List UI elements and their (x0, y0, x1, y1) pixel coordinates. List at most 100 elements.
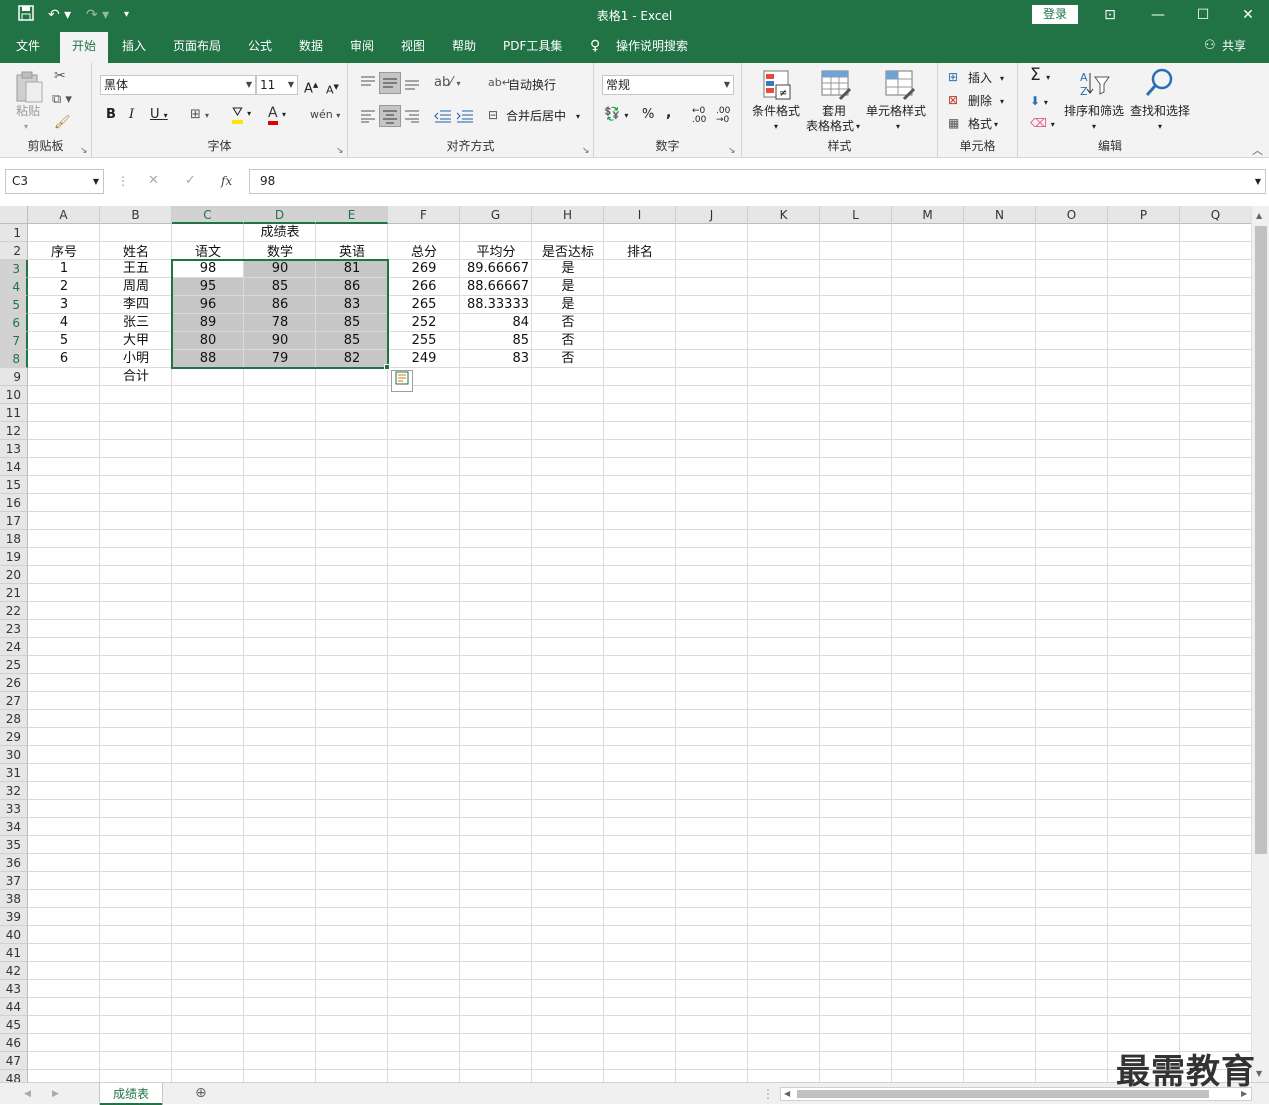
sort-filter-button[interactable]: 排序和筛选 (1064, 103, 1124, 119)
clear-icon[interactable]: ⌫ ▾ (1030, 115, 1055, 133)
tab-splitter-icon[interactable]: ⋮ (762, 1086, 774, 1102)
format-painter-icon[interactable]: 🖌 (54, 115, 71, 131)
row-header[interactable]: 33 (0, 800, 28, 818)
row-header[interactable]: 29 (0, 728, 28, 746)
row-header[interactable]: 45 (0, 1016, 28, 1034)
sheet-tab[interactable]: 成绩表 (100, 1083, 162, 1105)
column-header-o[interactable]: O (1036, 206, 1108, 224)
table-cell[interactable]: 否 (532, 350, 604, 368)
paste-button[interactable]: 粘贴 (16, 103, 40, 119)
table-cell[interactable]: 84 (460, 314, 532, 332)
table-cell[interactable]: 255 (388, 332, 460, 350)
increase-font-icon[interactable]: A▲ (304, 77, 318, 97)
add-sheet-icon[interactable]: ⊕ (195, 1085, 207, 1101)
minimize-icon[interactable]: — (1148, 5, 1168, 25)
vertical-scroll-thumb[interactable] (1255, 226, 1267, 854)
font-launcher-icon[interactable]: ↘ (336, 143, 344, 159)
merge-dropdown-icon[interactable]: ▾ (576, 109, 580, 125)
table-cell[interactable]: 大甲 (100, 332, 172, 350)
paste-dropdown-icon[interactable]: ▾ (24, 119, 28, 135)
row-header[interactable]: 42 (0, 962, 28, 980)
underline-icon[interactable]: U ▾ (150, 107, 168, 124)
scroll-up-icon[interactable]: ▲ (1256, 208, 1262, 224)
tab-help[interactable]: 帮助 (452, 38, 476, 58)
column-header-a[interactable]: A (28, 206, 100, 224)
accounting-format-icon[interactable]: 💱 ▾ (604, 107, 628, 124)
row-header[interactable]: 44 (0, 998, 28, 1016)
find-select-button[interactable]: 查找和选择 (1130, 103, 1190, 119)
format-cells-icon[interactable]: ▦ (948, 115, 959, 131)
row-header[interactable]: 39 (0, 908, 28, 926)
table-cell[interactable]: 89.66667 (460, 260, 532, 278)
row-header[interactable]: 13 (0, 440, 28, 458)
conditional-format-icon[interactable]: ≠ (762, 69, 792, 101)
clipboard-launcher-icon[interactable]: ↘ (80, 143, 88, 159)
row-header[interactable]: 24 (0, 638, 28, 656)
table-cell[interactable]: 4 (28, 314, 100, 332)
row-header[interactable]: 41 (0, 944, 28, 962)
increase-indent-icon[interactable] (456, 109, 474, 123)
align-middle-button[interactable] (379, 72, 401, 94)
insert-function-icon[interactable]: fx (221, 173, 232, 189)
table-cell[interactable]: 83 (460, 350, 532, 368)
table-cell[interactable]: 张三 (100, 314, 172, 332)
row-header[interactable]: 26 (0, 674, 28, 692)
table-cell[interactable]: 3 (28, 296, 100, 314)
table-cell[interactable]: 85 (460, 332, 532, 350)
fill-icon[interactable]: ⬇ ▾ (1030, 93, 1048, 111)
header-cell[interactable]: 排名 (604, 244, 676, 262)
alignment-launcher-icon[interactable]: ↘ (582, 143, 590, 159)
format-as-table-button[interactable]: 表格格式 (806, 118, 854, 134)
quick-analysis-icon[interactable] (391, 370, 413, 392)
table-cell[interactable]: 是 (532, 296, 604, 314)
table-cell[interactable]: 2 (28, 278, 100, 296)
percent-icon[interactable]: % (642, 107, 654, 123)
tab-file[interactable]: 文件 (16, 38, 40, 58)
tab-insert[interactable]: 插入 (122, 38, 146, 58)
column-header-i[interactable]: I (604, 206, 676, 224)
row-header[interactable]: 10 (0, 386, 28, 404)
column-header-d[interactable]: D (244, 206, 316, 224)
find-select-dropdown-icon[interactable]: ▾ (1158, 119, 1162, 135)
table-cell[interactable]: 269 (388, 260, 460, 278)
row-header[interactable]: 8 (0, 350, 28, 368)
vertical-scrollbar[interactable]: ▲ ▼ (1251, 206, 1269, 1082)
copy-icon[interactable]: ⧉ ▾ (52, 92, 72, 108)
row-header[interactable]: 25 (0, 656, 28, 674)
row-header[interactable]: 21 (0, 584, 28, 602)
table-cell[interactable]: 265 (388, 296, 460, 314)
row-header[interactable]: 27 (0, 692, 28, 710)
row-header[interactable]: 38 (0, 890, 28, 908)
tab-view[interactable]: 视图 (401, 38, 425, 58)
table-cell[interactable]: 李四 (100, 296, 172, 314)
column-header-j[interactable]: J (676, 206, 748, 224)
collapse-ribbon-icon[interactable]: ︿ (1252, 143, 1263, 159)
autosum-icon[interactable]: Σ ▾ (1030, 67, 1050, 86)
cancel-icon[interactable]: ✕ (148, 173, 159, 189)
insert-cells-icon[interactable]: ⊞ (948, 69, 958, 85)
delete-cells-icon[interactable]: ⊠ (948, 92, 958, 108)
table-cell[interactable]: 王五 (100, 260, 172, 278)
tell-me-search[interactable]: 操作说明搜索 (616, 38, 688, 58)
conditional-format-button[interactable]: 条件格式 (752, 103, 800, 119)
next-sheet-icon[interactable]: ▶ (52, 1086, 59, 1102)
row-header[interactable]: 12 (0, 422, 28, 440)
row-header[interactable]: 17 (0, 512, 28, 530)
row-header[interactable]: 40 (0, 926, 28, 944)
row-header[interactable]: 2 (0, 242, 28, 260)
sort-filter-dropdown-icon[interactable]: ▾ (1092, 119, 1096, 135)
sheet-title[interactable]: 成绩表 (172, 224, 388, 242)
row-header[interactable]: 7 (0, 332, 28, 350)
orientation-icon[interactable]: ab⁄ ▾ (434, 75, 461, 92)
tab-page-layout[interactable]: 页面布局 (173, 38, 221, 58)
italic-icon[interactable]: I (129, 107, 134, 123)
row-header[interactable]: 48 (0, 1070, 28, 1082)
table-cell[interactable]: 5 (28, 332, 100, 350)
tab-home[interactable]: 开始 (60, 32, 108, 63)
comma-style-icon[interactable]: , (666, 105, 671, 121)
insert-dropdown-icon[interactable]: ▾ (1000, 71, 1004, 87)
table-cell[interactable]: 88.66667 (460, 278, 532, 296)
column-header-p[interactable]: P (1108, 206, 1180, 224)
row-header[interactable]: 15 (0, 476, 28, 494)
table-cell[interactable]: 249 (388, 350, 460, 368)
